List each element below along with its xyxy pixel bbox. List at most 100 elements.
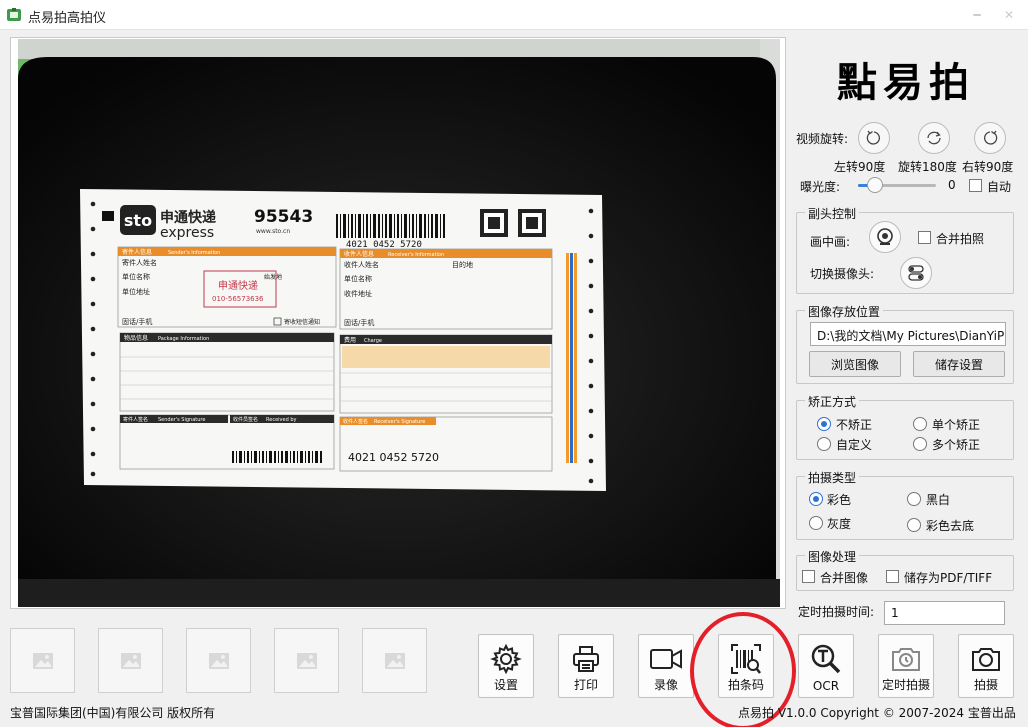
settings-button[interactable]: 设置 xyxy=(478,634,534,698)
svg-text:固话/手机: 固话/手机 xyxy=(122,317,152,326)
svg-text:010-56573636: 010-56573636 xyxy=(212,295,264,303)
camera-preview[interactable]: sto 申通快递 express 95543 www.sto.cn 4021 0… xyxy=(10,37,786,609)
svg-text:收件人信息: 收件人信息 xyxy=(344,250,374,258)
close-icon: ✕ xyxy=(1003,8,1015,22)
save-pdf-checkbox[interactable] xyxy=(886,570,899,583)
thumbnail-slot[interactable] xyxy=(362,628,427,693)
capture-color-debg-radio[interactable] xyxy=(907,518,921,532)
svg-text:申通快递: 申通快递 xyxy=(218,279,258,292)
merge-photo-label: 合并拍照 xyxy=(936,232,985,246)
pip-button[interactable] xyxy=(869,221,901,253)
merge-photo-checkbox[interactable] xyxy=(918,231,931,244)
capture-color-debg-label: 彩色去底 xyxy=(926,519,975,533)
rotate-180-label: 旋转180度 xyxy=(898,160,957,174)
browse-images-button[interactable]: 浏览图像 xyxy=(809,351,901,377)
svg-text:Receiver's Signature: Receiver's Signature xyxy=(374,419,425,425)
switch-toggle-icon xyxy=(908,265,924,281)
thumbnail-slot[interactable] xyxy=(10,628,75,693)
correction-custom-radio[interactable] xyxy=(817,437,831,451)
correction-multiple-radio[interactable] xyxy=(913,437,927,451)
minimize-button[interactable]: ━ xyxy=(962,0,992,30)
ocr-icon xyxy=(811,644,841,674)
scan-barcode-button[interactable]: 拍条码 xyxy=(718,634,774,698)
switch-camera-button[interactable] xyxy=(900,257,932,289)
svg-text:收件人签名: 收件人签名 xyxy=(343,418,368,425)
ocr-button[interactable]: OCR xyxy=(798,634,854,698)
switch-camera-label: 切换摄像头: xyxy=(810,267,875,281)
svg-text:Received by: Received by xyxy=(266,417,297,423)
merge-images-label: 合并图像 xyxy=(820,571,869,585)
rotate-right-label: 右转90度 xyxy=(962,160,1014,174)
secondary-camera-title: 副头控制 xyxy=(805,205,860,222)
capture-color-label: 彩色 xyxy=(827,493,852,507)
svg-text:4021 0452 5720: 4021 0452 5720 xyxy=(348,451,439,464)
capture-gray-label: 灰度 xyxy=(827,517,852,531)
svg-text:Charge: Charge xyxy=(364,338,382,344)
title-bar: 点易拍高拍仪 ━ ✕ xyxy=(0,0,1028,30)
rotate-right-button[interactable] xyxy=(974,122,1006,154)
timer-input[interactable]: 1 xyxy=(884,601,1005,625)
printer-icon xyxy=(573,646,599,672)
timed-capture-button[interactable]: 定时拍摄 xyxy=(878,634,934,698)
svg-text:始发地: 始发地 xyxy=(264,273,282,281)
correction-title: 矫正方式 xyxy=(805,393,860,410)
svg-text:寄件人姓名: 寄件人姓名 xyxy=(122,258,157,267)
thumbnail-slot[interactable] xyxy=(274,628,339,693)
video-camera-icon xyxy=(650,649,682,669)
capture-gray-radio[interactable] xyxy=(809,516,823,530)
svg-text:4021 0452 5720: 4021 0452 5720 xyxy=(346,240,422,250)
capture-label: 拍摄 xyxy=(973,678,998,692)
svg-text:Sender's Signature: Sender's Signature xyxy=(158,417,205,423)
rotate-180-icon xyxy=(927,131,941,145)
svg-text:收件地址: 收件地址 xyxy=(344,289,372,298)
correction-none-radio[interactable] xyxy=(817,417,831,431)
auto-exposure-checkbox[interactable] xyxy=(969,179,982,192)
svg-text:申通快递: 申通快递 xyxy=(160,209,216,226)
capture-bw-radio[interactable] xyxy=(907,492,921,506)
video-rotation-label: 视频旋转: xyxy=(796,132,849,146)
correction-single-radio[interactable] xyxy=(913,417,927,431)
merge-images-checkbox[interactable] xyxy=(802,570,815,583)
capture-button[interactable]: 拍摄 xyxy=(958,634,1014,698)
svg-text:单位名称: 单位名称 xyxy=(344,274,372,283)
svg-text:寄收短信通知: 寄收短信通知 xyxy=(284,318,320,326)
rotate-left-label: 左转90度 xyxy=(834,160,886,174)
record-video-label: 录像 xyxy=(653,678,678,692)
svg-text:express: express xyxy=(160,225,214,241)
storage-title: 图像存放位置 xyxy=(805,303,884,320)
storage-settings-button[interactable]: 储存设置 xyxy=(913,351,1005,377)
auto-exposure-label: 自动 xyxy=(987,180,1012,194)
image-processing-title: 图像处理 xyxy=(805,548,860,565)
storage-path-input[interactable]: D:\我的文档\My Pictures\DianYiP xyxy=(810,322,1006,346)
gear-icon xyxy=(490,643,522,675)
svg-text:收件人姓名: 收件人姓名 xyxy=(344,260,379,269)
thumbnail-slot[interactable] xyxy=(98,628,163,693)
image-placeholder-icon xyxy=(384,652,405,669)
barcode-scan-icon xyxy=(731,644,761,674)
footer-company: 宝普国际集团(中国)有限公司 版权所有 xyxy=(10,706,216,720)
thumbnail-slot[interactable] xyxy=(186,628,251,693)
footer-copyright: 点易拍 V1.0.0 Copyright © 2007-2024 宝普出品 xyxy=(738,706,1016,720)
svg-text:单位名称: 单位名称 xyxy=(122,272,150,281)
exposure-slider[interactable] xyxy=(858,177,936,193)
rotate-right-icon xyxy=(984,130,998,145)
app-icon xyxy=(7,8,21,21)
image-placeholder-icon xyxy=(32,652,53,669)
timer-label: 定时拍摄时间: xyxy=(798,605,875,619)
correction-multiple-label: 多个矫正 xyxy=(932,438,981,452)
svg-text:费用: 费用 xyxy=(344,336,356,344)
exposure-slider-thumb[interactable] xyxy=(867,177,884,193)
svg-text:目的地: 目的地 xyxy=(452,260,473,269)
print-button[interactable]: 打印 xyxy=(558,634,614,698)
correction-single-label: 单个矫正 xyxy=(932,418,981,432)
close-button[interactable]: ✕ xyxy=(994,0,1024,30)
record-video-button[interactable]: 录像 xyxy=(638,634,694,698)
capture-color-radio[interactable] xyxy=(809,492,823,506)
preview-image: sto 申通快递 express 95543 www.sto.cn 4021 0… xyxy=(18,39,780,607)
svg-text:收件员签名: 收件员签名 xyxy=(233,416,258,423)
rotate-180-button[interactable] xyxy=(918,122,950,154)
rotate-left-button[interactable] xyxy=(858,122,890,154)
svg-text:单位地址: 单位地址 xyxy=(122,287,150,296)
exposure-label: 曝光度: xyxy=(800,180,841,194)
capture-bw-label: 黑白 xyxy=(926,493,951,507)
